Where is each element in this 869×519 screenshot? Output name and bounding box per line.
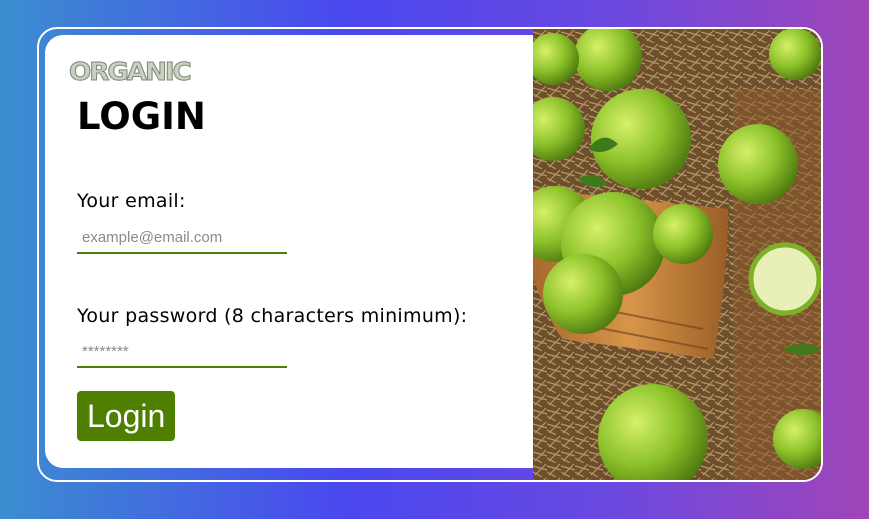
password-label: Your password (8 characters minimum): [77,305,468,327]
password-field[interactable] [77,336,287,368]
organic-logo: ORGANIC [68,57,192,87]
email-field[interactable] [77,222,287,254]
page-title: LOGIN [77,95,206,138]
login-card: ORGANIC LOGIN Your email: Your password … [37,27,823,482]
login-form-panel: ORGANIC LOGIN Your email: Your password … [45,35,533,468]
apples-photo [533,29,821,480]
apples-photo-illustration [533,29,821,480]
email-label: Your email: [77,190,186,212]
login-button[interactable]: Login [77,391,176,441]
